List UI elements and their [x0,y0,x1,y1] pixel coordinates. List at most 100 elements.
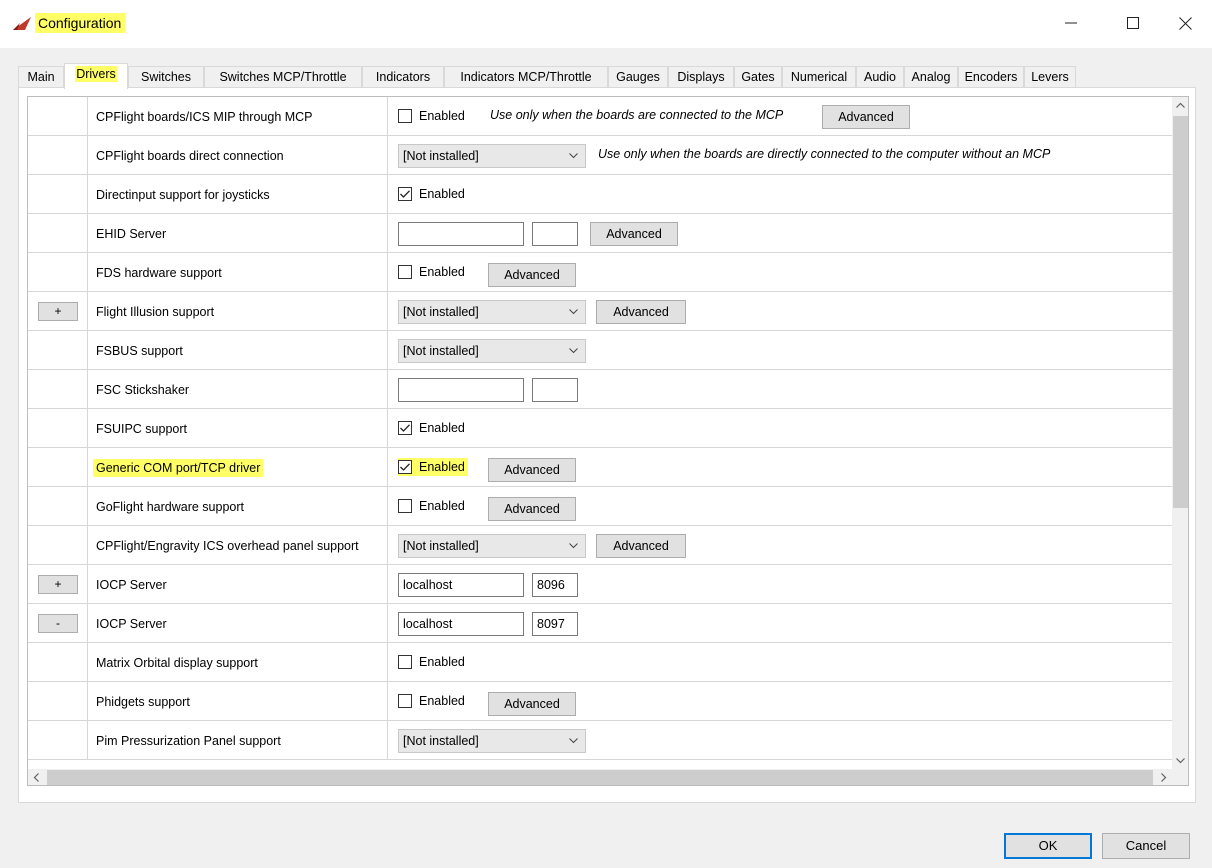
row-header-cell [28,175,88,214]
title-bar: Configuration [0,0,1212,48]
checkbox-box[interactable] [398,694,412,708]
checkbox-box[interactable] [398,187,412,201]
enabled-checkbox[interactable]: Enabled [398,692,465,710]
host-field[interactable]: localhost [398,573,524,597]
driver-row-flight-illusion: + Flight Illusion support [Not installed… [28,292,1172,331]
advanced-button[interactable]: Advanced [488,497,576,521]
row-header-cell [28,214,88,253]
close-button[interactable] [1162,8,1208,38]
port-field[interactable]: 8097 [532,612,578,636]
minimize-button[interactable] [1048,8,1094,38]
enabled-checkbox[interactable]: Enabled [398,185,465,203]
driver-name: IOCP Server [88,604,388,643]
chevron-left-icon [33,773,39,782]
host-field[interactable] [398,378,524,402]
maximize-button[interactable] [1110,8,1156,38]
tab-main[interactable]: Main [18,66,64,88]
chevron-down-icon [569,309,578,315]
advanced-button[interactable]: Advanced [488,458,576,482]
collapse-button[interactable]: - [38,614,78,633]
driver-name: GoFlight hardware support [88,487,388,526]
row-header-cell [28,136,88,175]
enabled-checkbox[interactable]: Enabled [398,497,465,515]
row-header-cell [28,370,88,409]
row-header-cell [28,448,88,487]
enabled-checkbox[interactable]: Enabled [398,263,465,281]
connection-dropdown[interactable]: [Not installed] [398,300,586,324]
connection-dropdown[interactable]: [Not installed] [398,144,586,168]
driver-controls: [Not installed] Advanced [388,292,1172,331]
scroll-down-button[interactable] [1172,752,1188,769]
scroll-left-button[interactable] [28,769,45,785]
tab-displays[interactable]: Displays [668,66,734,88]
ok-button[interactable]: OK [1004,833,1092,859]
expand-button[interactable]: + [38,302,78,321]
connection-dropdown[interactable]: [Not installed] [398,534,586,558]
tab-numerical[interactable]: Numerical [782,66,856,88]
checkbox-box[interactable] [398,109,412,123]
tab-audio[interactable]: Audio [856,66,904,88]
host-field[interactable]: localhost [398,612,524,636]
tab-switches[interactable]: Switches [128,66,204,88]
scroll-up-button[interactable] [1172,97,1188,114]
port-field[interactable]: 8096 [532,573,578,597]
driver-row-fsbus: FSBUS support [Not installed] [28,331,1172,370]
connection-dropdown[interactable]: [Not installed] [398,339,586,363]
driver-row-directinput: Directinput support for joysticks Enable… [28,175,1172,214]
checkbox-box[interactable] [398,265,412,279]
tab-switches-mcp-throttle[interactable]: Switches MCP/Throttle [204,66,362,88]
enabled-checkbox[interactable]: Enabled [398,107,465,125]
driver-controls: Advanced [388,214,1172,253]
expand-button[interactable]: + [38,575,78,594]
checkbox-box[interactable] [398,460,412,474]
tab-gates[interactable]: Gates [734,66,782,88]
advanced-button[interactable]: Advanced [596,300,686,324]
row-header-cell [28,526,88,565]
horizontal-scrollbar[interactable] [28,769,1172,785]
driver-name: Flight Illusion support [88,292,388,331]
driver-row-phidgets: Phidgets support Enabled Advanced [28,682,1172,721]
tab-indicators-mcp-throttle[interactable]: Indicators MCP/Throttle [444,66,608,88]
chevron-right-icon [1161,773,1167,782]
driver-name: Directinput support for joysticks [88,175,388,214]
cancel-button[interactable]: Cancel [1102,833,1190,859]
checkbox-box[interactable] [398,499,412,513]
enabled-checkbox[interactable]: Enabled [398,653,465,671]
tab-indicators[interactable]: Indicators [362,66,444,88]
driver-row-iocp-server-1: + IOCP Server localhost 8096 [28,565,1172,604]
scrollbar-thumb[interactable] [47,770,1153,785]
port-field[interactable] [532,378,578,402]
advanced-button[interactable]: Advanced [596,534,686,558]
checkbox-box[interactable] [398,655,412,669]
driver-controls: Enabled Advanced [388,448,1172,487]
host-field[interactable] [398,222,524,246]
driver-controls [388,370,1172,409]
advanced-button[interactable]: Advanced [488,263,576,287]
driver-name: Phidgets support [88,682,388,721]
row-header-cell [28,253,88,292]
driver-name: CPFlight boards direct connection [88,136,388,175]
connection-dropdown[interactable]: [Not installed] [398,729,586,753]
tab-encoders[interactable]: Encoders [958,66,1024,88]
driver-controls: [Not installed] Use only when the boards… [388,136,1172,175]
driver-row-cpflight-mip: CPFlight boards/ICS MIP through MCP Enab… [28,97,1172,136]
advanced-button[interactable]: Advanced [590,222,678,246]
advanced-button[interactable]: Advanced [822,105,910,129]
scrollbar-thumb[interactable] [1173,116,1188,508]
enabled-checkbox[interactable]: Enabled [398,458,468,476]
tab-gauges[interactable]: Gauges [608,66,668,88]
enabled-checkbox[interactable]: Enabled [398,419,465,437]
tab-drivers[interactable]: Drivers [64,63,128,89]
row-header-cell [28,643,88,682]
driver-row-pim-pressurization: Pim Pressurization Panel support [Not in… [28,721,1172,760]
driver-name: FSBUS support [88,331,388,370]
checkbox-box[interactable] [398,421,412,435]
tab-levers[interactable]: Levers [1024,66,1076,88]
vertical-scrollbar[interactable] [1172,97,1188,769]
chevron-down-icon [1176,758,1185,764]
chevron-down-icon [569,153,578,159]
advanced-button[interactable]: Advanced [488,692,576,716]
scroll-right-button[interactable] [1155,769,1172,785]
port-field[interactable] [532,222,578,246]
tab-analog[interactable]: Analog [904,66,958,88]
